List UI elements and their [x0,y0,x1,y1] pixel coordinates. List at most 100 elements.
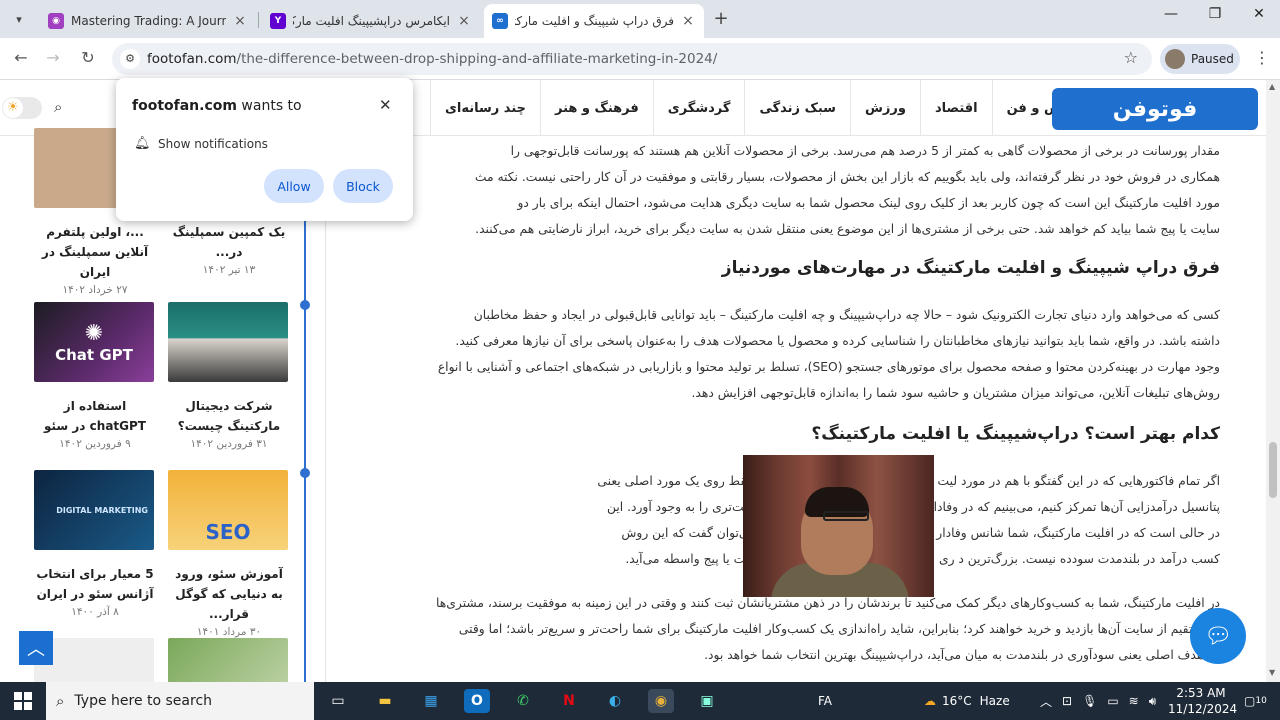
timeline-dot [300,300,310,310]
close-icon[interactable]: ✕ [379,96,392,114]
minimize-icon[interactable]: — [1156,6,1186,22]
outlook-icon[interactable]: O [464,689,490,713]
sidebar-card[interactable]: ✺ Chat GPT استفاده از chatGPT در سئو ۹ ف… [34,302,156,450]
reload-icon[interactable]: ↻ [77,48,99,67]
sidebar-card[interactable] [168,638,290,682]
page-scrollbar[interactable]: ▲ ▼ [1266,80,1280,682]
weather-widget[interactable]: ☁ 16°C Haze [924,682,1010,720]
block-button[interactable]: Block [333,169,393,203]
timeline-dot [300,468,310,478]
post-thumbnail[interactable] [168,638,288,682]
menu-sports[interactable]: ورزش [849,80,920,136]
post-thumbnail[interactable]: ✺ Chat GPT [34,302,154,382]
clock[interactable]: 2:53 AM 11/12/2024 [1168,685,1237,717]
address-bar[interactable]: ⚙ footofan.com/the-difference-between-dr… [112,43,1152,75]
chevron-up-icon: ︿ [27,639,45,660]
post-date: ۲۷ خرداد ۱۴۰۲ [62,284,128,296]
tab-ecommerce[interactable]: Y ایکامرس دراپشیپینگ افلیت مارکتی × [262,4,480,38]
scrollbar-thumb[interactable] [1269,442,1277,498]
webcam-overlay [743,455,934,597]
store-icon[interactable]: ▦ [418,689,444,713]
site-logo[interactable]: فوتوفن [1052,88,1258,130]
task-view-icon[interactable]: ▭ [325,689,351,713]
site-info-icon[interactable]: ⚙ [120,49,140,69]
post-title[interactable]: آموزش سئو، ورود به دنیایی که گوگل قرار..… [168,564,290,624]
bell-icon: 🔔︎ [134,136,151,151]
search-icon: ⌕ [56,692,65,710]
article-paragraph: مقدار پورسانت در برخی از محصولات گاهی به… [474,144,1220,236]
new-tab-icon[interactable]: + [710,8,732,29]
menu-multimedia[interactable]: چند رسانه‌ای [430,80,540,136]
notification-center-icon[interactable]: ▢ 10 [1244,682,1267,720]
popup-title: footofan.com wants to [132,98,302,114]
tab-mastering-trading[interactable]: ◉ Mastering Trading: A Journey fr × [40,4,256,38]
sun-icon: ☀ [3,98,23,118]
yahoo-icon: Y [270,13,286,29]
edge-icon[interactable]: ◐ [602,689,628,713]
post-thumbnail[interactable]: SEO [168,470,288,550]
browser-menu-icon[interactable]: ⋮ [1254,48,1270,67]
podcast-icon: ◉ [48,13,64,29]
scroll-up-icon[interactable]: ▲ [1269,82,1275,91]
article-heading: فرق دراپ شیپینگ و افلیت مارکتینگ در مهار… [721,258,1220,278]
post-title[interactable]: ...، اولین پلتفرم آنلاین سمپلینگ در ایرا… [34,222,156,282]
back-icon[interactable]: ← [10,48,32,67]
screen-recorder-icon[interactable]: ▣ [694,689,720,713]
close-window-icon[interactable]: ✕ [1244,6,1274,22]
post-title[interactable]: یک کمپین سمپلینگ در... [168,222,290,262]
wifi-icon[interactable]: ≋ [1129,694,1139,708]
allow-button[interactable]: Allow [264,169,324,203]
post-date: ۸ آذر ۱۴۰۰ [71,606,119,618]
netflix-icon[interactable]: N [556,689,582,713]
post-title[interactable]: شرکت دیجیتال مارکتینگ چیست؟ [168,396,290,436]
article-paragraph: در افلیت مارکتینگ، شما به کسب‌وکارهای دی… [436,596,1220,662]
post-date: ۹ فروردین ۱۴۰۲ [59,438,131,450]
url-text[interactable]: footofan.com/the-difference-between-drop… [147,51,717,67]
openai-logo-icon: ✺ [84,320,104,346]
tab-title: Mastering Trading: A Journey fr [71,14,226,28]
bookmark-star-icon[interactable]: ☆ [1124,48,1138,67]
menu-economy[interactable]: اقتصاد [919,80,992,136]
windows-taskbar: ⌕ Type here to search ▭ ▬ ▦ O ✆ N ◐ ◉ ▣ … [0,682,1280,720]
whatsapp-icon[interactable]: ✆ [510,689,536,713]
post-title[interactable]: 5 معیار برای انتخاب آژانس سئو در ایران [34,564,156,604]
chevron-up-icon[interactable]: ︿ [1040,693,1052,710]
weather-icon: ☁ [924,694,936,708]
search-icon[interactable]: ⌕ [54,98,62,116]
chat-icon: 💬︎ [1204,623,1232,649]
scroll-to-top-button[interactable]: ︿ [19,631,53,665]
taskbar-search[interactable]: ⌕ Type here to search [46,682,314,720]
avatar [1165,49,1185,69]
menu-lifestyle[interactable]: سبک زندگی [744,80,850,136]
menu-tourism[interactable]: گردشگری [652,80,745,136]
close-tab-icon[interactable]: × [680,13,696,29]
network-icon[interactable]: ⊡ [1062,694,1072,708]
tab-search-dropdown-icon[interactable]: ▾ [8,8,30,30]
post-title[interactable]: استفاده از chatGPT در سئو [34,396,156,436]
post-date: ۳۱ فروردین ۱۴۰۲ [190,438,268,450]
sidebar-card[interactable]: DIGITAL MARKETING 5 معیار برای انتخاب آژ… [34,470,156,618]
maximize-icon[interactable]: ❐ [1200,6,1230,22]
close-tab-icon[interactable]: × [232,13,248,29]
chrome-icon[interactable]: ◉ [648,689,674,713]
tab-footofan-active[interactable]: ∞ فرق دراپ شیپینگ و افلیت مارکتی × [484,4,704,38]
post-thumbnail[interactable] [168,302,288,382]
post-thumbnail[interactable]: DIGITAL MARKETING [34,470,154,550]
close-tab-icon[interactable]: × [456,13,472,29]
scroll-down-icon[interactable]: ▼ [1269,668,1275,677]
microphone-icon[interactable]: 🎙︎ [1082,694,1097,708]
profile-button[interactable]: Paused [1160,44,1240,74]
main-menu: چند رسانه‌ای فرهنگ و هنر گردشگری سبک زند… [430,80,1092,136]
sidebar-card[interactable]: SEO آموزش سئو، ورود به دنیایی که گوگل قر… [168,470,290,638]
sidebar-card[interactable]: شرکت دیجیتال مارکتینگ چیست؟ ۳۱ فروردین ۱… [168,302,290,450]
chat-support-button[interactable]: 💬︎ [1190,608,1246,664]
volume-icon[interactable]: 🔊︎ [1149,694,1157,709]
theme-toggle[interactable]: ☀ [2,97,42,119]
file-explorer-icon[interactable]: ▬ [372,689,398,713]
profile-status: Paused [1191,52,1234,66]
battery-icon[interactable]: ▭ [1107,694,1118,708]
keyboard-language[interactable]: FA [818,682,832,720]
menu-culture-art[interactable]: فرهنگ و هنر [540,80,653,136]
forward-icon[interactable]: → [42,48,64,67]
windows-start-icon[interactable] [14,692,32,710]
